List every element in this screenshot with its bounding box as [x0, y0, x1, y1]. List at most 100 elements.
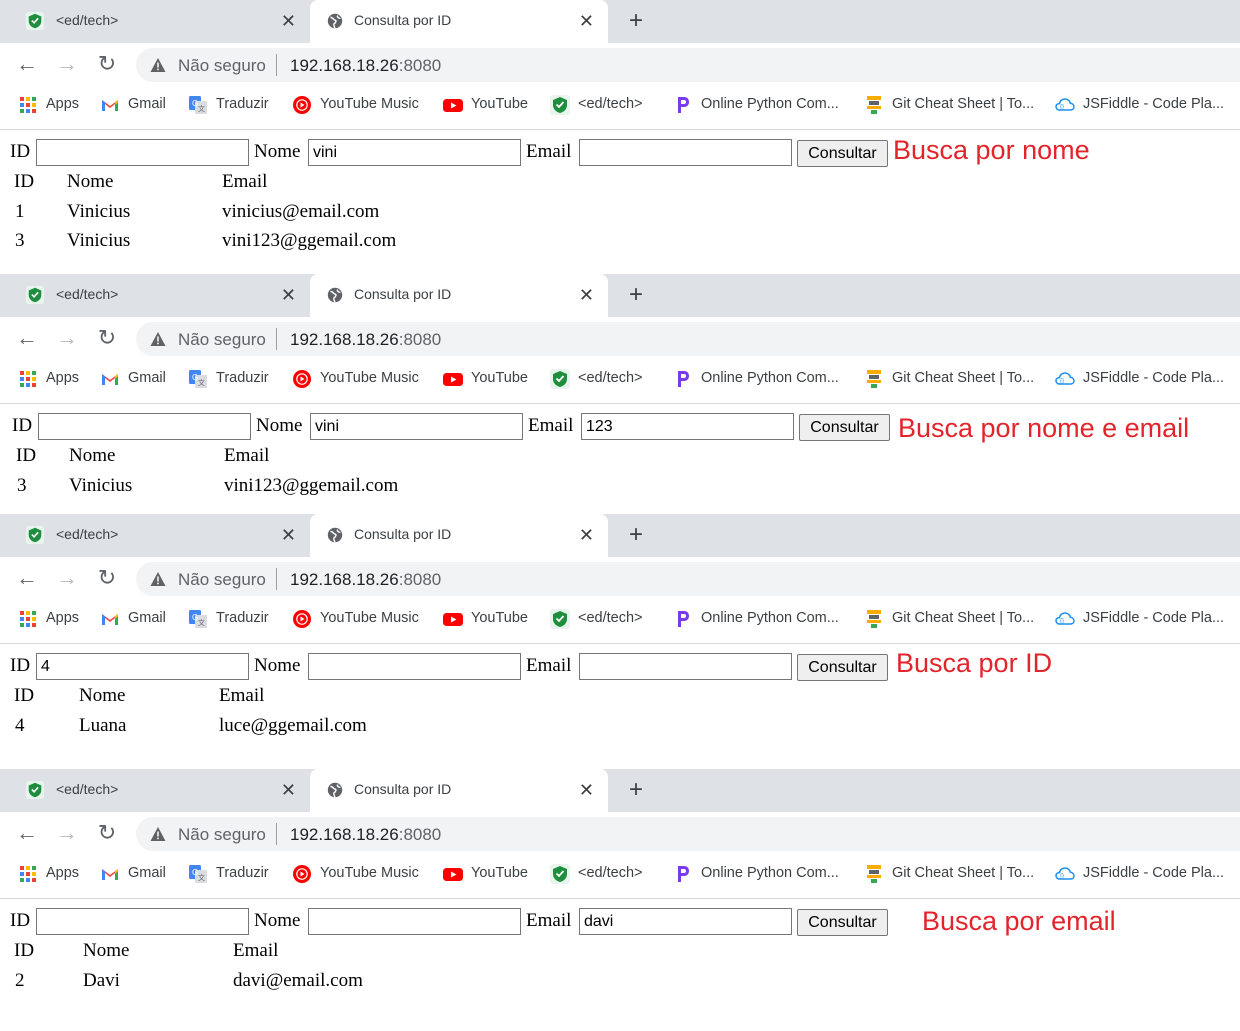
warning-icon[interactable]	[150, 826, 166, 842]
consultar-button[interactable]: Consultar	[799, 414, 890, 441]
svg-text:{}: {}	[1060, 874, 1064, 880]
forward-button[interactable]: →	[54, 565, 80, 591]
edtech-shield-icon	[26, 12, 44, 30]
address-bar[interactable]: Não seguro 192.168.18.26:8080	[136, 817, 1240, 851]
consultar-button[interactable]: Consultar	[797, 909, 888, 936]
bookmarks-bar: Apps Gmail G 文 Traduzir YouTube Music YouTube <…	[0, 600, 1240, 640]
id-input[interactable]	[36, 139, 249, 166]
new-tab-button[interactable]: +	[622, 282, 650, 310]
cell-id: 2	[15, 969, 25, 991]
table-row: 4 Luana luce@ggemail.com	[0, 715, 1240, 743]
url-text[interactable]: 192.168.18.26:8080	[290, 330, 441, 350]
not-secure-label[interactable]: Não seguro	[178, 56, 266, 76]
close-icon[interactable]: ✕	[281, 9, 296, 33]
url-text[interactable]: 192.168.18.26:8080	[290, 56, 441, 76]
address-bar[interactable]: Não seguro 192.168.18.26:8080	[136, 562, 1240, 596]
warning-icon[interactable]	[150, 57, 166, 73]
email-input[interactable]	[579, 139, 792, 166]
gmail-icon	[100, 864, 120, 884]
edtech-shield-icon	[550, 609, 570, 629]
forward-button[interactable]: →	[54, 51, 80, 77]
nome-input[interactable]	[308, 653, 521, 680]
forward-button[interactable]: →	[54, 325, 80, 351]
tab-title: Consulta por ID	[354, 12, 452, 28]
close-icon[interactable]: ✕	[579, 523, 594, 547]
translate-icon: G文	[188, 95, 208, 115]
apps-icon	[18, 95, 38, 115]
email-input[interactable]	[579, 653, 792, 680]
cell-id: 1	[15, 200, 25, 222]
bookmark-label: <ed/tech>	[578, 865, 643, 881]
back-button[interactable]: ←	[14, 565, 40, 591]
back-button[interactable]: ←	[14, 820, 40, 846]
reload-button[interactable]: ↻	[94, 565, 120, 591]
close-icon[interactable]: ✕	[579, 283, 594, 307]
id-input[interactable]: 4	[36, 653, 249, 680]
warning-icon[interactable]	[150, 571, 166, 587]
browser-toolbar: ← → ↻ Não seguro 192.168.18.26:8080	[0, 317, 1240, 360]
table-header-row: ID Nome Email	[0, 171, 1240, 199]
python-icon	[673, 369, 693, 389]
column-header-email: Email	[219, 685, 265, 706]
search-form: ID 4 Nome Email Consultar	[0, 651, 1240, 681]
tab-consulta-por-id[interactable]: Consulta por ID ✕	[310, 514, 608, 557]
column-header-id: ID	[14, 940, 35, 961]
reload-button[interactable]: ↻	[94, 325, 120, 351]
new-tab-button[interactable]: +	[622, 777, 650, 805]
reload-button[interactable]: ↻	[94, 51, 120, 77]
new-tab-button[interactable]: +	[622, 522, 650, 550]
forward-button[interactable]: →	[54, 820, 80, 846]
id-input[interactable]	[36, 908, 249, 935]
cell-nome: Vinicius	[69, 474, 133, 496]
tab-edtech[interactable]: <ed/tech> ✕	[0, 769, 310, 812]
not-secure-label[interactable]: Não seguro	[178, 570, 266, 590]
nome-input[interactable]: vini	[310, 413, 523, 440]
address-separator	[276, 54, 277, 76]
gmail-icon	[100, 369, 120, 389]
bookmark-label: Online Python Com...	[701, 610, 839, 626]
youtube-icon	[443, 609, 463, 629]
address-bar[interactable]: Não seguro 192.168.18.26:8080	[136, 48, 1240, 82]
tab-edtech[interactable]: <ed/tech> ✕	[0, 0, 310, 43]
url-text[interactable]: 192.168.18.26:8080	[290, 570, 441, 590]
close-icon[interactable]: ✕	[281, 523, 296, 547]
consultar-button[interactable]: Consultar	[797, 654, 888, 681]
bookmark-label: Traduzir	[216, 96, 269, 112]
url-text[interactable]: 192.168.18.26:8080	[290, 825, 441, 845]
nome-input[interactable]: vini	[308, 139, 521, 166]
tab-consulta-por-id[interactable]: Consulta por ID ✕	[310, 769, 608, 812]
back-button[interactable]: ←	[14, 51, 40, 77]
column-header-id: ID	[16, 445, 37, 466]
tab-consulta-por-id[interactable]: Consulta por ID ✕	[310, 274, 608, 317]
not-secure-label[interactable]: Não seguro	[178, 825, 266, 845]
address-bar[interactable]: Não seguro 192.168.18.26:8080	[136, 322, 1240, 356]
warning-icon[interactable]	[150, 331, 166, 347]
tab-edtech[interactable]: <ed/tech> ✕	[0, 514, 310, 557]
cell-nome: Davi	[83, 969, 120, 991]
table-row: 2 Davi davi@email.com	[0, 970, 1240, 998]
reload-button[interactable]: ↻	[94, 820, 120, 846]
new-tab-button[interactable]: +	[622, 8, 650, 36]
close-icon[interactable]: ✕	[281, 778, 296, 802]
close-icon[interactable]: ✕	[579, 9, 594, 33]
back-button[interactable]: ←	[14, 325, 40, 351]
cell-email: vinicius@email.com	[222, 200, 380, 222]
globe-icon	[326, 781, 344, 799]
edtech-shield-icon	[550, 369, 570, 389]
svg-text:{}: {}	[1060, 105, 1064, 111]
not-secure-label[interactable]: Não seguro	[178, 330, 266, 350]
close-icon[interactable]: ✕	[281, 283, 296, 307]
close-icon[interactable]: ✕	[579, 778, 594, 802]
column-header-nome: Nome	[83, 940, 130, 961]
consultar-button[interactable]: Consultar	[797, 140, 888, 167]
tab-consulta-por-id[interactable]: Consulta por ID ✕	[310, 0, 608, 43]
email-input[interactable]: 123	[581, 413, 794, 440]
nome-input[interactable]	[308, 908, 521, 935]
bookmark-label: YouTube	[471, 865, 528, 881]
email-input[interactable]: davi	[579, 908, 792, 935]
python-icon	[673, 95, 693, 115]
tab-edtech[interactable]: <ed/tech> ✕	[0, 274, 310, 317]
id-input[interactable]	[38, 413, 251, 440]
annotation-label: Busca por nome e email	[898, 413, 1190, 443]
bookmark-label: YouTube Music	[320, 865, 419, 881]
